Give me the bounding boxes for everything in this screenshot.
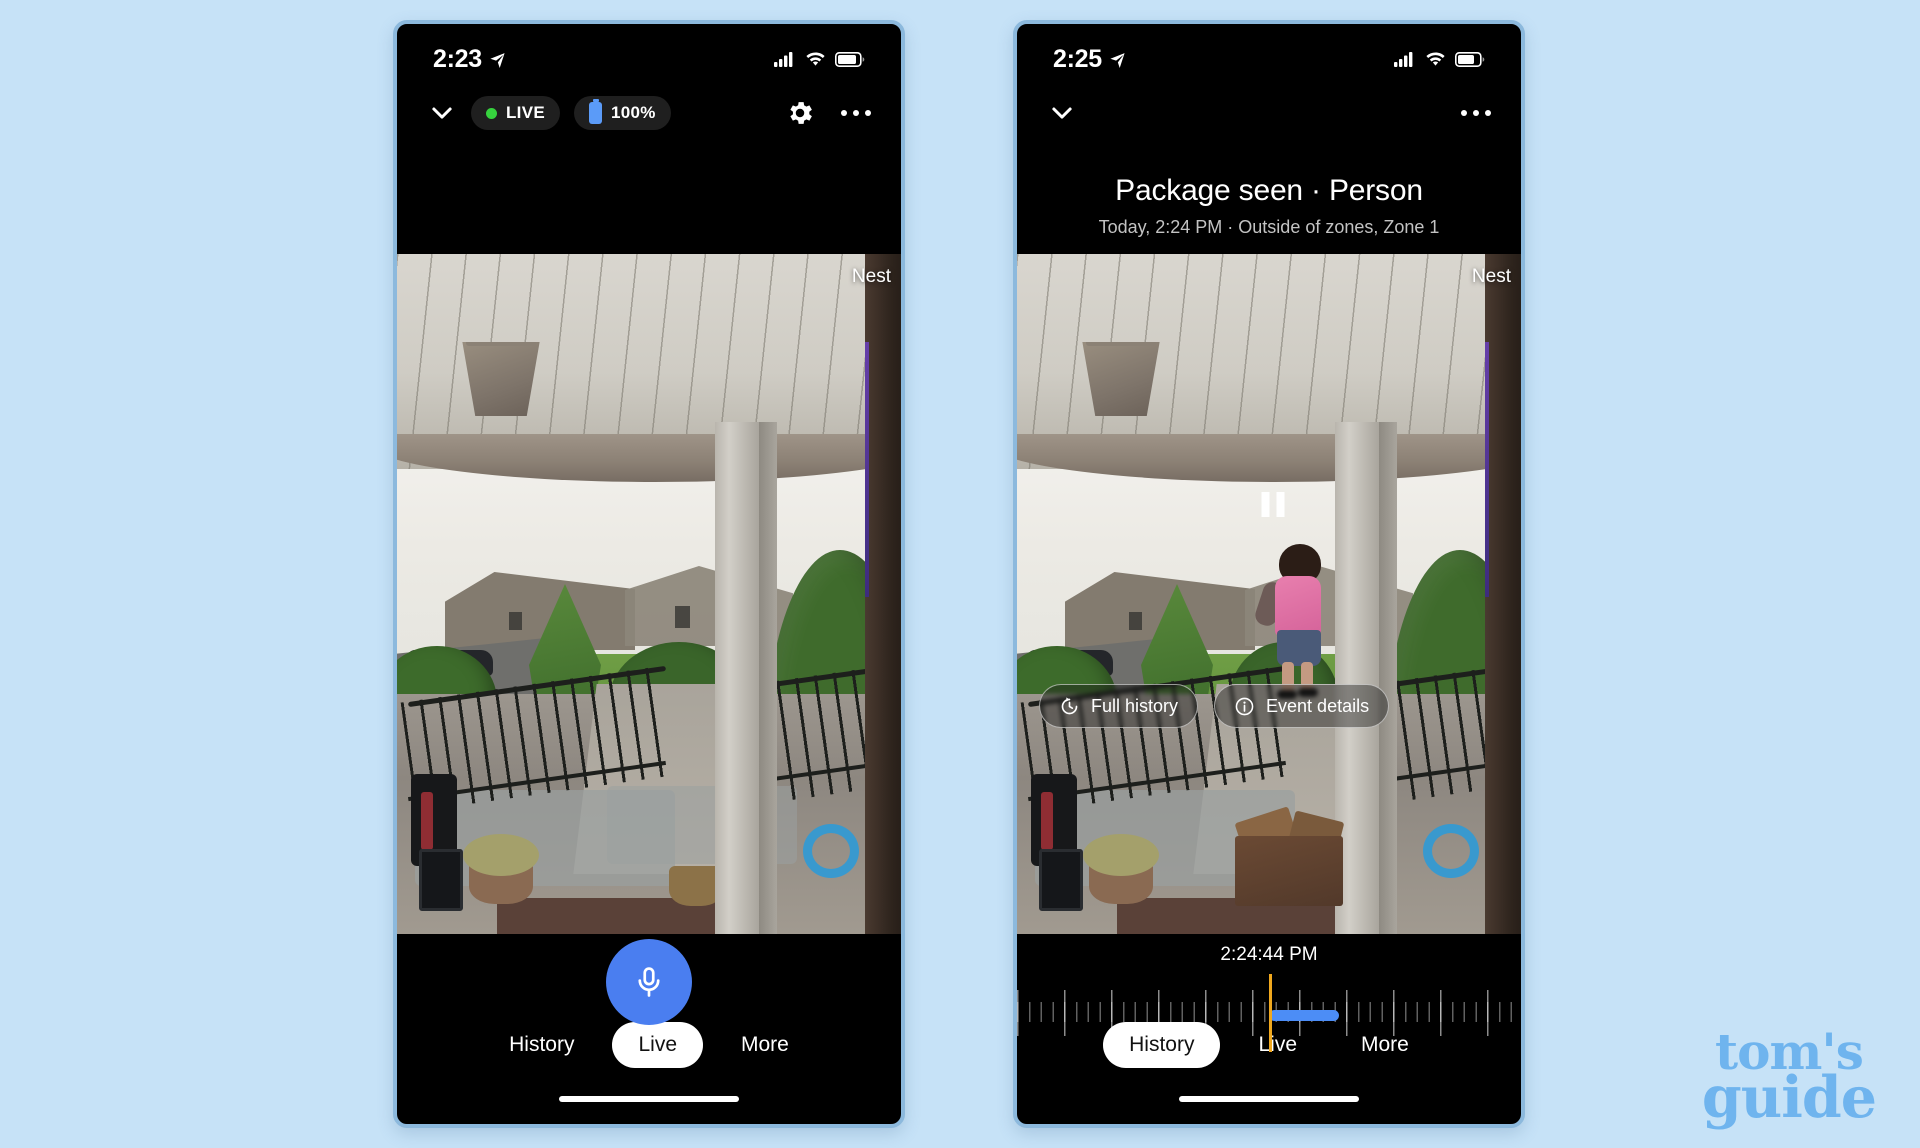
full-history-label: Full history — [1091, 695, 1179, 716]
status-bar-time: 2:23 — [433, 44, 482, 73]
location-arrow-icon — [1110, 52, 1125, 68]
location-arrow-icon — [490, 52, 505, 68]
camera-scene — [1017, 254, 1521, 934]
event-details-button[interactable]: Event details — [1214, 684, 1390, 728]
nest-watermark: Nest — [851, 266, 891, 287]
battery-icon — [835, 51, 865, 67]
gear-icon[interactable] — [785, 98, 815, 128]
tab-live[interactable]: Live — [1232, 1022, 1323, 1068]
live-indicator-dot — [486, 107, 497, 119]
cellular-signal-icon — [1394, 52, 1413, 67]
window — [509, 612, 522, 630]
live-badge-label: LIVE — [506, 103, 545, 122]
lantern — [419, 849, 463, 911]
battery-icon — [589, 99, 602, 124]
microphone-button[interactable] — [606, 939, 692, 1025]
porch-column — [715, 422, 759, 934]
phone-event-history-view: 2:25 Package seen · Person Today, 2:24 P… — [1013, 20, 1525, 1128]
garden-hose — [803, 824, 859, 878]
planter-flowers — [463, 834, 539, 876]
battery-icon — [1455, 51, 1485, 67]
nest-watermark: Nest — [1471, 266, 1511, 287]
app-bar-left-group: LIVE 100% — [427, 96, 671, 130]
live-status-badge[interactable]: LIVE — [471, 96, 560, 130]
tab-more[interactable]: More — [1335, 1022, 1435, 1068]
battery-status-badge[interactable]: 100% — [574, 96, 671, 130]
home-indicator — [1179, 1096, 1359, 1102]
camera-scene — [397, 254, 901, 934]
app-bar-right-group — [785, 98, 871, 128]
tree-trunk — [865, 254, 901, 934]
timeline-event-marker[interactable] — [1269, 1010, 1339, 1021]
more-horizontal-icon[interactable] — [1460, 109, 1491, 117]
bottom-nav: History Live More — [397, 1022, 901, 1068]
status-bar: 2:25 — [1017, 24, 1521, 80]
app-bar — [1017, 80, 1521, 146]
tab-live[interactable]: Live — [612, 1022, 703, 1068]
info-circle-icon — [1235, 697, 1254, 715]
app-bar-left-group — [1047, 98, 1077, 128]
timeline-playhead[interactable] — [1269, 974, 1272, 1052]
app-bar: LIVE 100% — [397, 80, 901, 146]
app-bar-right-group — [1460, 109, 1491, 117]
detected-person — [1252, 544, 1327, 699]
chevron-down-icon[interactable] — [427, 98, 457, 128]
event-video-player[interactable]: Nest — [1017, 254, 1521, 934]
history-clock-icon — [1061, 696, 1078, 714]
event-details-label: Event details — [1266, 695, 1370, 716]
cellular-signal-icon — [774, 52, 793, 67]
garden-hose — [1423, 824, 1479, 878]
timeline-current-time: 2:24:44 PM — [1220, 944, 1318, 965]
wifi-icon — [1426, 52, 1445, 66]
wifi-icon — [806, 52, 825, 66]
tab-history[interactable]: History — [1103, 1022, 1221, 1068]
logo-line-2: guide — [1701, 1063, 1877, 1131]
status-bar-indicators — [774, 51, 865, 67]
phone-live-view: 2:23 LIVE 100% Nest History Live More — [393, 20, 905, 1128]
lantern — [1039, 849, 1083, 911]
window — [675, 606, 690, 628]
lens-flare — [865, 342, 869, 597]
talk-button-container — [397, 939, 901, 1025]
full-history-button[interactable]: Full history — [1039, 684, 1199, 728]
event-subtitle: Today, 2:24 PM · Outside of zones, Zone … — [1098, 217, 1440, 237]
home-indicator — [559, 1096, 739, 1102]
event-actions: Full history Event details — [1039, 684, 1390, 728]
tab-more[interactable]: More — [715, 1022, 815, 1068]
chevron-down-icon[interactable] — [1047, 98, 1077, 128]
tab-history[interactable]: History — [483, 1022, 600, 1068]
detected-package — [1234, 806, 1345, 906]
status-bar-time-group: 2:25 — [1053, 45, 1126, 74]
status-bar: 2:23 — [397, 24, 901, 80]
tree-trunk — [1485, 254, 1521, 934]
event-header: Package seen · Person Today, 2:24 PM · O… — [1017, 174, 1521, 238]
pause-icon[interactable] — [1261, 492, 1285, 517]
lens-flare — [1485, 342, 1489, 597]
battery-badge-label: 100% — [611, 103, 656, 122]
window — [1129, 612, 1142, 630]
live-camera-feed[interactable]: Nest — [397, 254, 901, 934]
status-bar-time-group: 2:23 — [433, 45, 506, 74]
porch-column-edge — [759, 422, 777, 934]
microphone-icon — [638, 967, 660, 997]
planter-flowers — [1083, 834, 1159, 876]
more-horizontal-icon[interactable] — [840, 109, 871, 117]
event-title: Package seen · Person — [1115, 174, 1423, 207]
toms-guide-logo: tom's guide — [1701, 1026, 1877, 1131]
status-bar-indicators — [1394, 51, 1485, 67]
status-bar-time: 2:25 — [1053, 44, 1102, 73]
porch-column-edge — [1379, 422, 1397, 934]
